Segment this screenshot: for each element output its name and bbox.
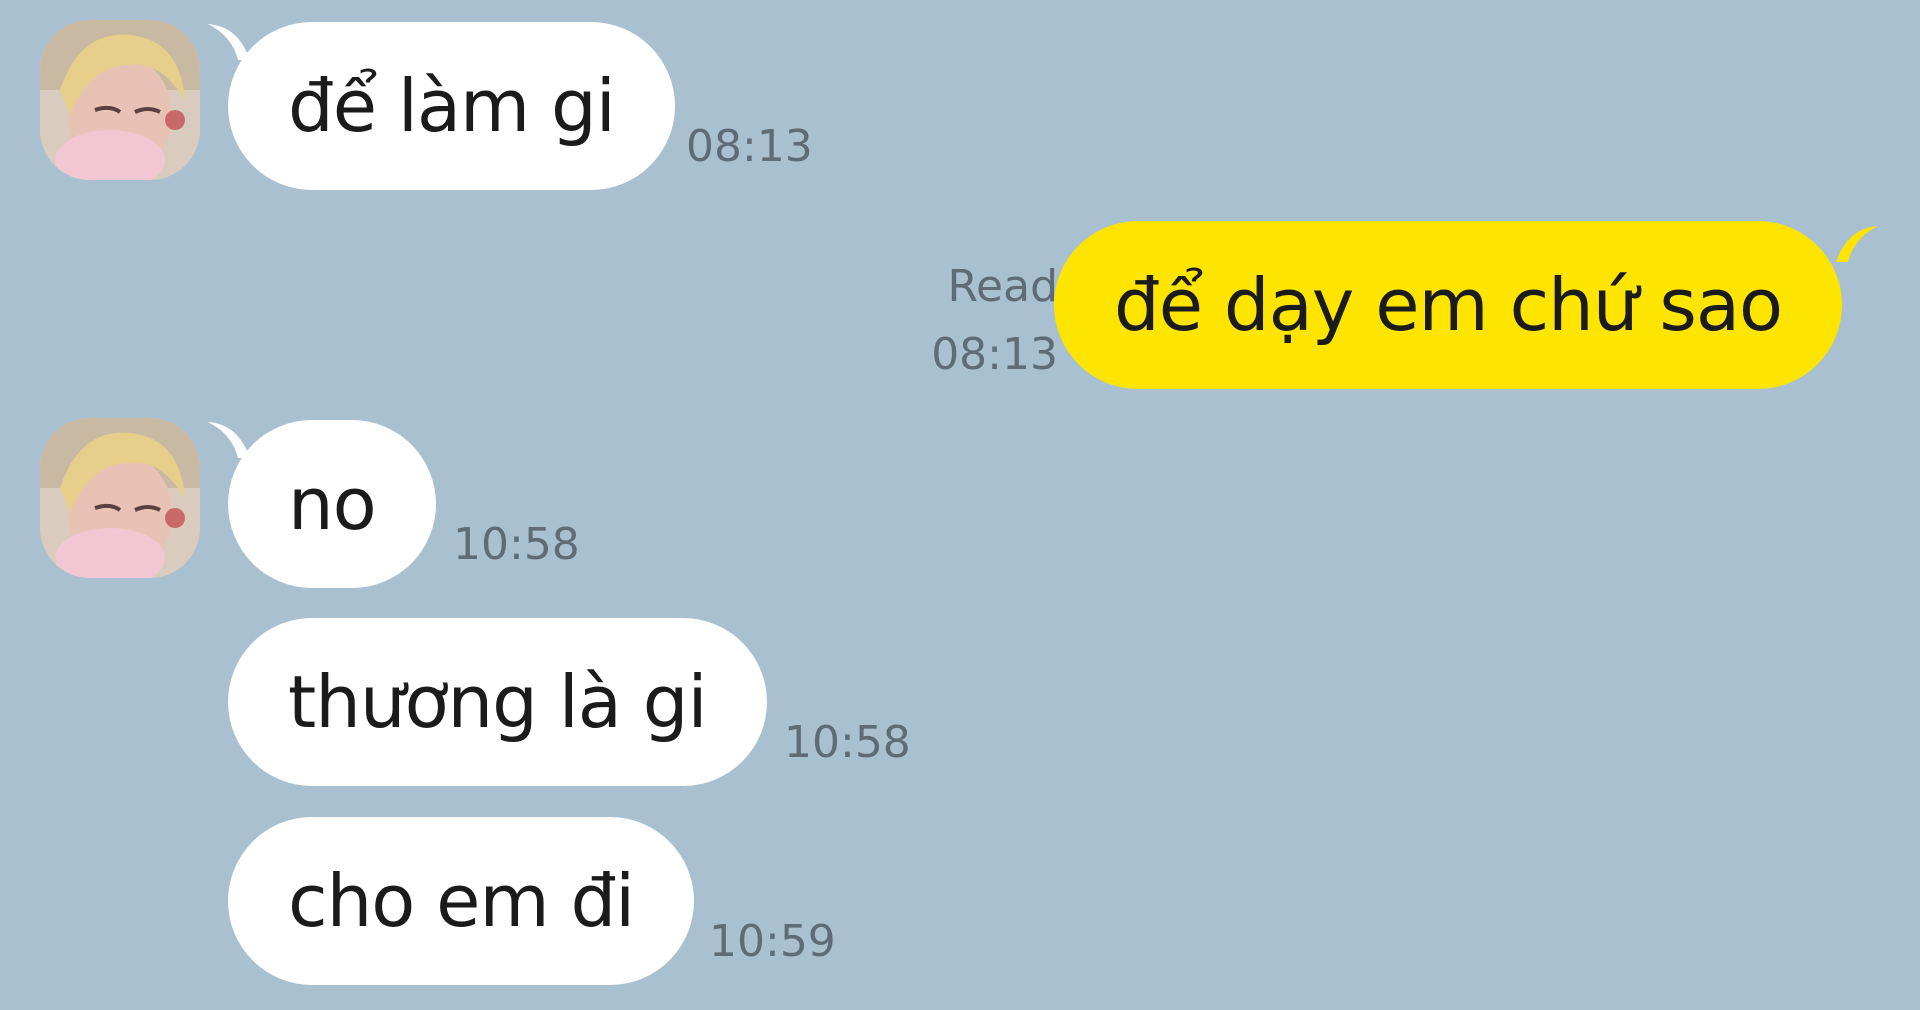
incoming-message-bubble[interactable]: để làm gi bbox=[228, 22, 675, 190]
incoming-message-bubble[interactable]: thương là gi bbox=[228, 618, 767, 786]
message-timestamp: 10:58 bbox=[784, 717, 911, 768]
incoming-bubble-tail bbox=[208, 24, 250, 60]
incoming-message-bubble[interactable]: no bbox=[228, 420, 436, 588]
message-timestamp: 08:13 bbox=[686, 121, 813, 172]
chat-window: để làm gi 08:13 Read 08:13 để dạy em chứ… bbox=[0, 0, 1920, 1010]
avatar-photo-icon bbox=[40, 418, 200, 578]
message-timestamp: 08:13 bbox=[931, 329, 1058, 380]
sender-avatar[interactable] bbox=[40, 20, 200, 180]
message-timestamp: 10:59 bbox=[709, 916, 836, 967]
avatar-photo-icon bbox=[40, 20, 200, 180]
sender-avatar[interactable] bbox=[40, 418, 200, 578]
incoming-bubble-tail bbox=[208, 422, 250, 458]
incoming-message-bubble[interactable]: cho em đi bbox=[228, 817, 695, 985]
outgoing-message-bubble[interactable]: để dạy em chứ sao bbox=[1054, 221, 1842, 389]
outgoing-bubble-tail bbox=[1836, 226, 1878, 262]
read-status: Read bbox=[947, 261, 1058, 312]
message-timestamp: 10:58 bbox=[453, 519, 580, 570]
